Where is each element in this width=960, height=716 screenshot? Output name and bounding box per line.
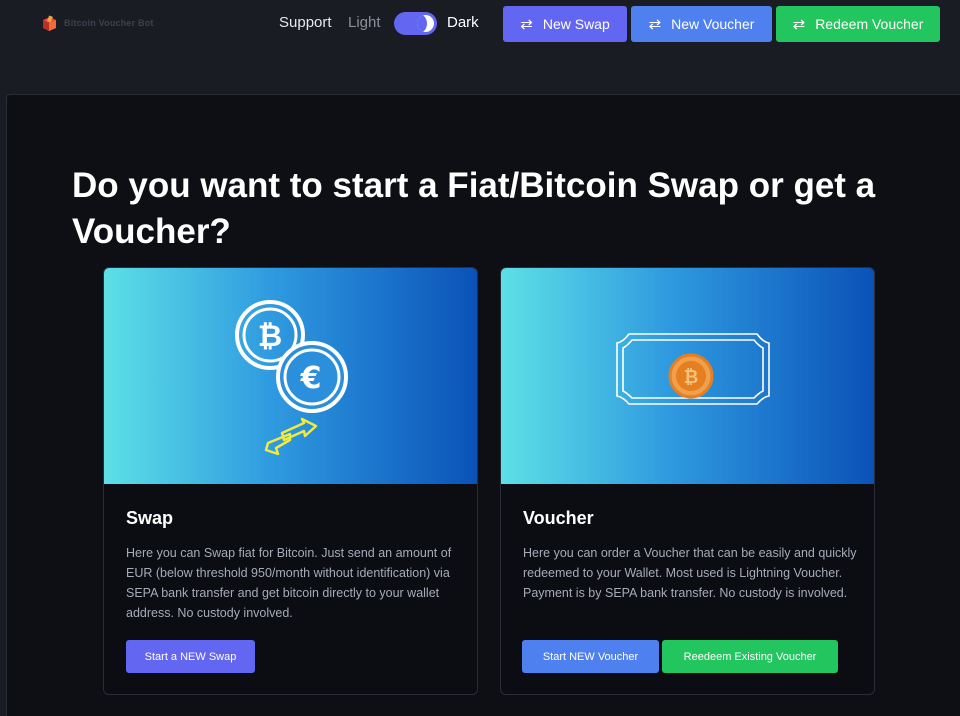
new-voucher-label: New Voucher bbox=[671, 16, 755, 32]
voucher-banner: ₿ bbox=[501, 268, 874, 484]
voucher-card: ₿ Voucher Here you can order a Voucher t… bbox=[500, 267, 875, 695]
new-swap-label: New Swap bbox=[542, 16, 610, 32]
swap-illustration: ₿ € bbox=[235, 300, 348, 456]
redeem-voucher-label: Redeem Voucher bbox=[815, 16, 924, 32]
redeem-voucher-button[interactable]: ⇄ Redeem Voucher bbox=[776, 6, 940, 42]
redeem-existing-voucher-button[interactable]: Reedeem Existing Voucher bbox=[662, 640, 838, 673]
swap-arrows-icon: ⇄ bbox=[792, 16, 806, 33]
new-voucher-button[interactable]: ⇄ New Voucher bbox=[631, 6, 772, 42]
svg-text:₿: ₿ bbox=[684, 367, 699, 388]
euro-coin-icon: € bbox=[276, 341, 348, 413]
swap-arrows-icon: ⇄ bbox=[648, 16, 662, 33]
support-link[interactable]: Support bbox=[279, 14, 332, 31]
svg-text:€: € bbox=[300, 361, 322, 396]
moon-icon bbox=[417, 15, 434, 32]
new-swap-button[interactable]: ⇄ New Swap bbox=[503, 6, 627, 42]
theme-dark-label: Dark bbox=[447, 14, 479, 31]
swap-card-title: Swap bbox=[126, 508, 174, 528]
swap-card-description: Here you can Swap fiat for Bitcoin. Just… bbox=[126, 546, 452, 620]
theme-light-label: Light bbox=[348, 14, 381, 31]
bitcoin-coin-icon: ₿ bbox=[668, 353, 714, 399]
page-title: Do you want to start a Fiat/Bitcoin Swap… bbox=[72, 166, 876, 251]
swap-banner: ₿ € bbox=[104, 268, 477, 484]
theme-toggle[interactable] bbox=[394, 12, 437, 35]
svg-text:₿: ₿ bbox=[258, 319, 282, 354]
exchange-arrows-icon bbox=[264, 417, 318, 456]
start-new-voucher-button[interactable]: Start NEW Voucher bbox=[522, 640, 659, 673]
logo-icon bbox=[43, 15, 56, 31]
voucher-card-description: Here you can order a Voucher that can be… bbox=[523, 546, 857, 600]
logo[interactable]: Bitcoin Voucher Bot bbox=[40, 14, 154, 32]
voucher-card-title: Voucher bbox=[523, 508, 594, 528]
top-header: Bitcoin Voucher Bot Support Light Dark ⇄… bbox=[0, 0, 960, 60]
voucher-illustration: ₿ bbox=[616, 333, 770, 405]
swap-arrows-icon: ⇄ bbox=[520, 16, 533, 33]
start-new-swap-button[interactable]: Start a NEW Swap bbox=[126, 640, 255, 673]
logo-text: Bitcoin Voucher Bot bbox=[64, 18, 154, 28]
swap-card: ₿ € Swap Here you can Swap fiat for Bitc… bbox=[103, 267, 478, 695]
